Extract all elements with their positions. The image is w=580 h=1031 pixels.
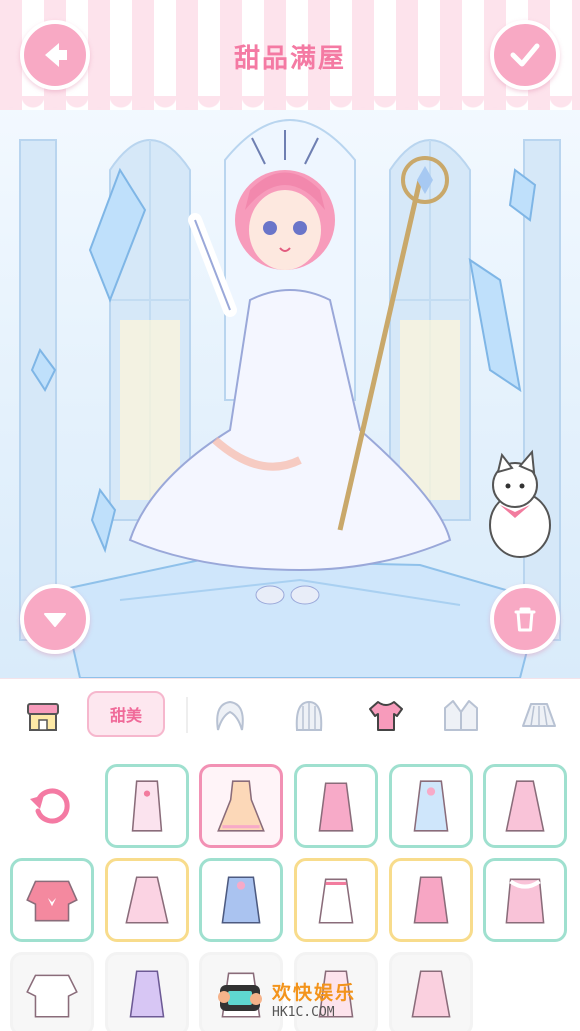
item-slot[interactable] bbox=[105, 764, 189, 848]
jacket-icon bbox=[444, 700, 478, 731]
category-hair-back[interactable] bbox=[288, 695, 330, 737]
collar-dress-icon bbox=[505, 878, 545, 924]
white-top-icon bbox=[26, 974, 78, 1018]
pink-slip-dress-icon bbox=[318, 782, 354, 832]
nightdress-icon bbox=[131, 780, 163, 832]
collapse-button[interactable] bbox=[20, 584, 90, 654]
reset-button[interactable] bbox=[20, 775, 82, 837]
delete-button[interactable] bbox=[490, 584, 560, 654]
heart-dress-icon bbox=[413, 876, 449, 924]
item-slot[interactable] bbox=[389, 764, 473, 848]
category-jacket[interactable] bbox=[440, 695, 482, 737]
plaid-dress-icon bbox=[411, 970, 451, 1018]
cathedral-background bbox=[19, 119, 561, 678]
skirt-icon bbox=[522, 703, 556, 727]
hair-back-icon bbox=[295, 700, 323, 731]
watermark-url: HK1C.COM bbox=[272, 1005, 335, 1020]
top-icon bbox=[369, 701, 403, 731]
item-slot[interactable] bbox=[10, 858, 94, 942]
item-slot[interactable] bbox=[105, 858, 189, 942]
item-slot[interactable] bbox=[389, 858, 473, 942]
watermark-text: 欢快娱乐 bbox=[272, 982, 357, 1004]
confirm-button[interactable] bbox=[490, 20, 560, 90]
item-slot[interactable] bbox=[483, 764, 567, 848]
frill-dress-icon bbox=[125, 876, 169, 924]
item-slot[interactable] bbox=[294, 764, 378, 848]
header-scallop-trim bbox=[0, 96, 580, 118]
shop-icon bbox=[27, 703, 59, 731]
hair-front-icon bbox=[216, 700, 244, 731]
gamepad-hands-icon bbox=[218, 985, 262, 1011]
back-button[interactable] bbox=[20, 20, 90, 90]
sweater-icon bbox=[26, 880, 78, 922]
dressup-scene bbox=[0, 100, 580, 678]
item-slot[interactable] bbox=[294, 858, 378, 942]
item-slot-selected[interactable] bbox=[199, 764, 283, 848]
item-slot[interactable] bbox=[483, 858, 567, 942]
category-top[interactable] bbox=[365, 695, 407, 737]
rose-dress-icon bbox=[505, 780, 545, 832]
category-skirt[interactable] bbox=[518, 695, 560, 737]
trash-icon bbox=[514, 607, 536, 632]
triangle-down-icon bbox=[44, 613, 66, 627]
undo-icon bbox=[30, 788, 70, 824]
lavender-dress-icon bbox=[129, 970, 165, 1018]
peach-dress-icon bbox=[217, 780, 265, 832]
navy-dress-icon bbox=[221, 876, 261, 924]
item-slot[interactable] bbox=[389, 952, 473, 1031]
check-icon bbox=[510, 43, 540, 67]
item-slot[interactable] bbox=[199, 858, 283, 942]
item-slot[interactable] bbox=[105, 952, 189, 1031]
white-slip-icon bbox=[318, 878, 354, 924]
shop-category[interactable] bbox=[22, 695, 64, 737]
tab-sweet[interactable]: 甜美 bbox=[87, 691, 165, 737]
watermark: 欢快娱乐 HK1C.COM bbox=[212, 970, 392, 1028]
arrow-left-icon bbox=[45, 43, 67, 67]
blue-dress-icon bbox=[413, 780, 449, 832]
item-slot[interactable] bbox=[10, 952, 94, 1031]
category-divider bbox=[186, 697, 188, 733]
category-hair-front[interactable] bbox=[209, 695, 251, 737]
